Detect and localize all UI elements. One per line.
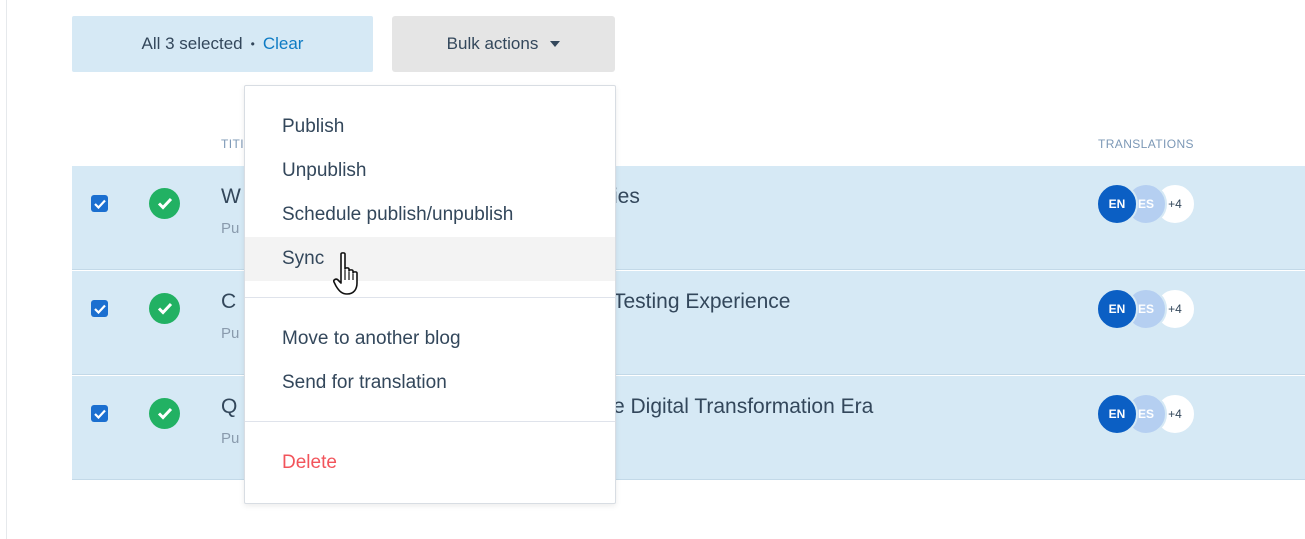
published-status-icon: [149, 188, 180, 219]
menu-item-publish[interactable]: Publish: [245, 105, 615, 149]
left-edge-divider: [6, 0, 7, 539]
menu-divider: [245, 297, 615, 298]
menu-item-move-blog[interactable]: Move to another blog: [245, 317, 615, 361]
checkmark-icon: [93, 409, 106, 419]
row-subtitle: Pu: [221, 430, 240, 447]
translation-badges: EN ES +4: [1096, 393, 1246, 435]
selection-count: All 3 selected: [141, 34, 243, 53]
published-status-icon: [149, 398, 180, 429]
checkmark-icon: [93, 199, 106, 209]
caret-down-icon: [550, 41, 561, 47]
row-title-end[interactable]: ies: [613, 185, 640, 209]
row-checkbox[interactable]: [91, 405, 108, 422]
check-circle-icon: [157, 302, 172, 315]
checkmark-icon: [93, 304, 106, 314]
row-title-start[interactable]: C: [221, 290, 236, 314]
menu-item-schedule[interactable]: Schedule publish/unpublish: [245, 193, 615, 237]
bulk-actions-button[interactable]: Bulk actions: [392, 16, 615, 72]
published-status-icon: [149, 293, 180, 324]
row-subtitle: Pu: [221, 220, 240, 237]
clear-selection-link[interactable]: Clear: [263, 34, 304, 54]
column-header-translations: TRANSLATIONS: [1098, 137, 1194, 151]
bulk-actions-menu: Publish Unpublish Schedule publish/unpub…: [244, 85, 616, 504]
menu-item-delete[interactable]: Delete: [245, 441, 615, 485]
language-badge-en[interactable]: EN: [1096, 393, 1138, 435]
row-checkbox[interactable]: [91, 195, 108, 212]
menu-item-unpublish[interactable]: Unpublish: [245, 149, 615, 193]
language-badge-en[interactable]: EN: [1096, 183, 1138, 225]
menu-item-send-translation[interactable]: Send for translation: [245, 361, 615, 405]
row-subtitle: Pu: [221, 325, 240, 342]
row-title-start[interactable]: Q: [221, 395, 237, 419]
selection-summary-bar: All 3 selected • Clear: [72, 16, 373, 72]
hand-pointer-cursor-icon: [333, 252, 358, 295]
menu-divider: [245, 421, 615, 422]
column-header-title[interactable]: TITI: [221, 137, 244, 151]
bulk-actions-label: Bulk actions: [446, 34, 539, 53]
check-circle-icon: [157, 407, 172, 420]
row-title-start[interactable]: W: [221, 185, 241, 209]
menu-item-sync[interactable]: Sync: [245, 237, 615, 281]
check-circle-icon: [157, 197, 172, 210]
row-checkbox[interactable]: [91, 300, 108, 317]
language-badge-en[interactable]: EN: [1096, 288, 1138, 330]
row-title-end[interactable]: e Digital Transformation Era: [613, 395, 873, 419]
translation-badges: EN ES +4: [1096, 183, 1246, 225]
separator-dot: •: [250, 37, 255, 51]
translation-badges: EN ES +4: [1096, 288, 1246, 330]
row-title-end[interactable]: Testing Experience: [613, 290, 790, 314]
